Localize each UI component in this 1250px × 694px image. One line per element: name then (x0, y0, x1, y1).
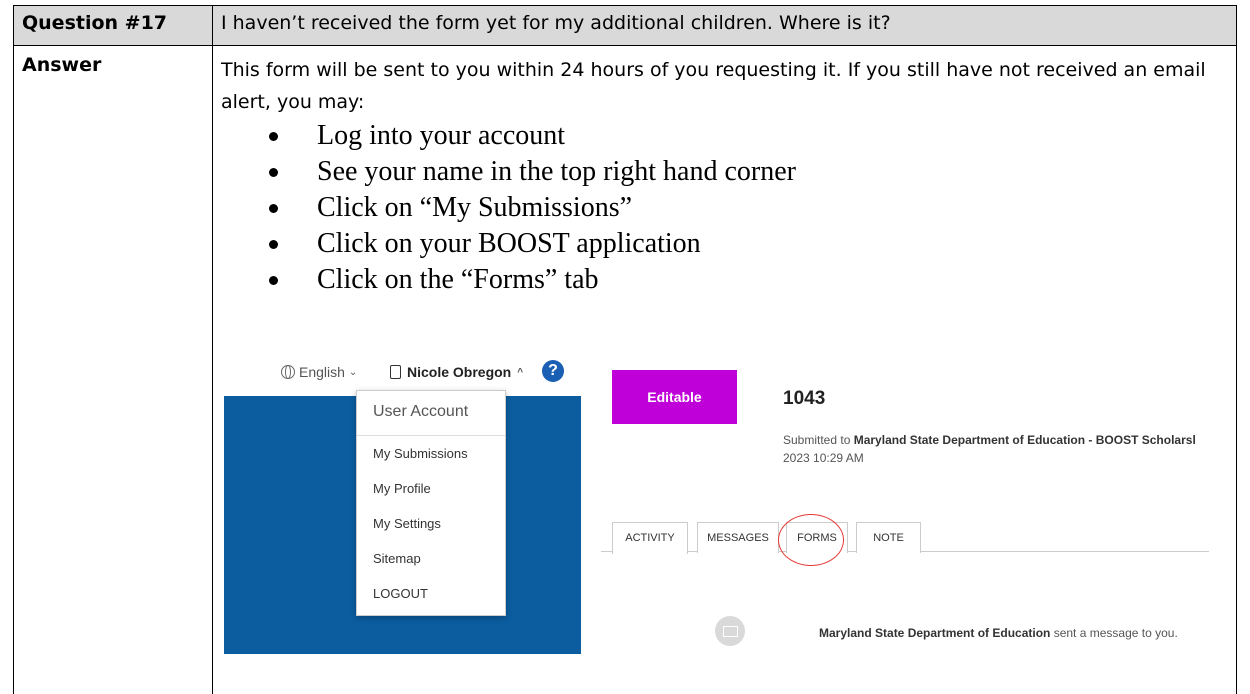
steps-list: Log into your account See your name in t… (221, 118, 1228, 298)
submitted-time: 2023 10:29 AM (783, 451, 864, 465)
question-text: I haven’t received the form yet for my a… (213, 6, 1237, 46)
tab-note[interactable]: NOTE (856, 522, 921, 553)
message-suffix: sent a message to you. (1050, 626, 1177, 640)
question-row: Question #17 I haven’t received the form… (14, 6, 1237, 46)
account-menu-screenshot: English ⌄ Nicole Obregon ^ ? User Accoun… (224, 356, 581, 654)
envelope-icon (715, 616, 745, 646)
message-line: Maryland State Department of Education s… (819, 626, 1178, 640)
user-account-menu: User Account My Submissions My Profile M… (356, 390, 506, 616)
step-item: See your name in the top right hand corn… (261, 154, 1228, 190)
tab-activity[interactable]: ACTIVITY (612, 522, 688, 554)
forms-highlight-circle (778, 514, 844, 566)
editable-button[interactable]: Editable (612, 370, 737, 424)
step-item: Log into your account (261, 118, 1228, 154)
chevron-down-icon: ⌄ (349, 367, 357, 378)
submitted-to-line: Submitted to Maryland State Department o… (783, 433, 1196, 447)
help-icon[interactable]: ? (542, 360, 564, 382)
submission-number: 1043 (783, 388, 825, 410)
organization-name: Maryland State Department of Education -… (854, 433, 1196, 447)
tab-messages[interactable]: MESSAGES (697, 522, 779, 553)
step-item: Click on “My Submissions” (261, 190, 1228, 226)
user-name: Nicole Obregon (407, 364, 511, 380)
answer-text: This form will be sent to you within 24 … (221, 54, 1228, 118)
submission-screenshot: Editable 1043 Submitted to Maryland Stat… (601, 356, 1209, 654)
menu-item-my-profile[interactable]: My Profile (357, 471, 505, 506)
globe-icon (281, 365, 295, 379)
question-label: Question #17 (14, 6, 213, 46)
step-item: Click on the “Forms” tab (261, 262, 1228, 298)
menu-item-my-settings[interactable]: My Settings (357, 506, 505, 541)
language-selector[interactable]: English ⌄ (281, 364, 357, 380)
menu-item-sitemap[interactable]: Sitemap (357, 541, 505, 576)
menu-title: User Account (357, 391, 505, 436)
message-org: Maryland State Department of Education (819, 626, 1050, 640)
document-icon (390, 365, 401, 379)
answer-label: Answer (14, 46, 213, 694)
menu-item-logout[interactable]: LOGOUT (357, 576, 505, 611)
chevron-up-icon: ^ (517, 367, 523, 378)
submitted-prefix: Submitted to (783, 433, 854, 447)
menu-item-my-submissions[interactable]: My Submissions (357, 436, 505, 471)
user-menu-toggle[interactable]: Nicole Obregon ^ (390, 364, 523, 380)
language-label: English (299, 364, 345, 380)
step-item: Click on your BOOST application (261, 226, 1228, 262)
